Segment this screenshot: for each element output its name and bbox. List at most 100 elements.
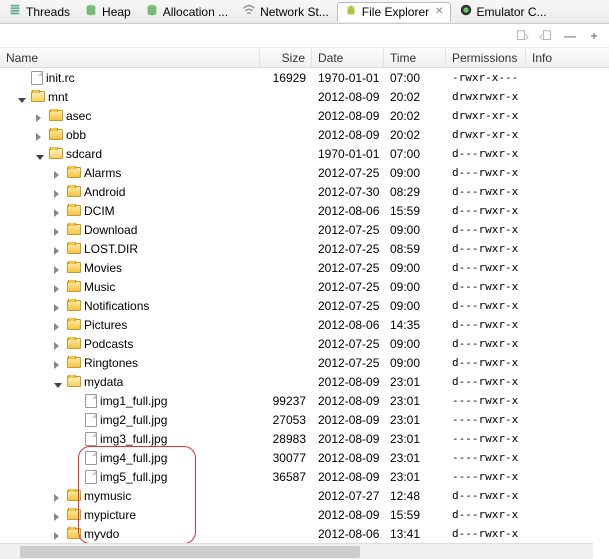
file-icon — [31, 71, 43, 85]
folder-icon — [67, 357, 81, 368]
expand-arrow-icon[interactable] — [54, 282, 64, 292]
expand-arrow-icon[interactable] — [54, 168, 64, 178]
folder-icon — [67, 281, 81, 292]
expand-arrow-icon[interactable] — [18, 92, 28, 102]
file-tree[interactable]: init.rc169291970-01-0107:00-rwxr-x---mnt… — [0, 68, 609, 548]
tree-row[interactable]: obb2012-08-0920:02drwxr-xr-x — [0, 125, 609, 144]
item-time: 23:01 — [384, 432, 446, 446]
tree-row[interactable]: img5_full.jpg365872012-08-0923:01----rwx… — [0, 467, 609, 486]
tree-row[interactable]: Ringtones2012-07-2509:00d---rwxr-x — [0, 353, 609, 372]
tab-network-st-[interactable]: Network St... — [236, 2, 335, 22]
tree-row[interactable]: img1_full.jpg992372012-08-0923:01----rwx… — [0, 391, 609, 410]
item-permissions: drwxr-xr-x — [446, 128, 526, 141]
tree-row[interactable]: img4_full.jpg300772012-08-0923:01----rwx… — [0, 448, 609, 467]
expand-arrow-icon[interactable] — [54, 377, 64, 387]
item-time: 07:00 — [384, 147, 446, 161]
expand-arrow-icon[interactable] — [54, 263, 64, 273]
header-permissions[interactable]: Permissions — [446, 48, 526, 67]
folder-icon — [67, 243, 81, 254]
expand-arrow-icon[interactable] — [54, 358, 64, 368]
tree-row[interactable]: img2_full.jpg270532012-08-0923:01----rwx… — [0, 410, 609, 429]
expand-arrow-icon[interactable] — [54, 244, 64, 254]
tree-row[interactable]: Android2012-07-3008:29d---rwxr-x — [0, 182, 609, 201]
tab-label: Allocation ... — [163, 5, 228, 19]
tab-heap[interactable]: Heap — [78, 2, 137, 22]
item-date: 2012-07-25 — [312, 356, 384, 370]
item-date: 2012-08-06 — [312, 204, 384, 218]
tree-row[interactable]: mypicture2012-08-0915:59d---rwxr-x — [0, 505, 609, 524]
item-permissions: drwxrwxr-x — [446, 90, 526, 103]
item-date: 2012-08-09 — [312, 375, 384, 389]
expand-arrow-icon[interactable] — [54, 206, 64, 216]
expand-arrow-icon[interactable] — [36, 149, 46, 159]
item-date: 2012-07-25 — [312, 261, 384, 275]
tab-emulator-c-[interactable]: Emulator C... — [453, 2, 553, 22]
expand-arrow-icon[interactable] — [36, 111, 46, 121]
threads-icon — [8, 3, 22, 20]
item-permissions: d---rwxr-x — [446, 223, 526, 236]
header-info[interactable]: Info — [526, 48, 609, 67]
item-permissions: -rwxr-x--- — [446, 71, 526, 84]
tree-row[interactable]: mydata2012-08-0923:01d---rwxr-x — [0, 372, 609, 391]
tree-row[interactable]: Download2012-07-2509:00d---rwxr-x — [0, 220, 609, 239]
item-name: img4_full.jpg — [100, 451, 167, 465]
tree-row[interactable]: img3_full.jpg289832012-08-0923:01----rwx… — [0, 429, 609, 448]
tab-file-explorer[interactable]: File Explorer✕ — [337, 2, 451, 22]
tree-row[interactable]: DCIM2012-08-0615:59d---rwxr-x — [0, 201, 609, 220]
tree-row[interactable]: sdcard1970-01-0107:00d---rwxr-x — [0, 144, 609, 163]
pull-file-button[interactable] — [513, 27, 531, 45]
expand-arrow-icon[interactable] — [54, 510, 64, 520]
tree-row[interactable]: Alarms2012-07-2509:00d---rwxr-x — [0, 163, 609, 182]
tab-allocation-[interactable]: Allocation ... — [139, 2, 234, 22]
tree-row[interactable]: Notifications2012-07-2509:00d---rwxr-x — [0, 296, 609, 315]
item-permissions: d---rwxr-x — [446, 508, 526, 521]
item-date: 1970-01-01 — [312, 71, 384, 85]
item-name: asec — [66, 109, 91, 123]
header-name[interactable]: Name — [0, 48, 260, 67]
header-date[interactable]: Date — [312, 48, 384, 67]
item-name: myvdo — [84, 527, 119, 541]
close-icon[interactable]: ✕ — [435, 6, 443, 17]
expand-arrow-icon[interactable] — [54, 320, 64, 330]
item-name: sdcard — [66, 147, 102, 161]
header-size[interactable]: Size — [260, 48, 312, 67]
item-permissions: d---rwxr-x — [446, 242, 526, 255]
expand-arrow-icon[interactable] — [36, 130, 46, 140]
column-header: Name Size Date Time Permissions Info — [0, 48, 609, 68]
delete-button[interactable]: — — [561, 27, 579, 45]
item-name: img2_full.jpg — [100, 413, 167, 427]
tree-row[interactable]: LOST.DIR2012-07-2508:59d---rwxr-x — [0, 239, 609, 258]
item-date: 2012-07-25 — [312, 280, 384, 294]
tree-row[interactable]: myvdo2012-08-0613:41d---rwxr-x — [0, 524, 609, 543]
tree-row[interactable]: Movies2012-07-2509:00d---rwxr-x — [0, 258, 609, 277]
item-name: img5_full.jpg — [100, 470, 167, 484]
expand-arrow-icon[interactable] — [54, 491, 64, 501]
tree-row[interactable]: Podcasts2012-07-2509:00d---rwxr-x — [0, 334, 609, 353]
item-name: Pictures — [84, 318, 127, 332]
tree-row[interactable]: Pictures2012-08-0614:35d---rwxr-x — [0, 315, 609, 334]
tab-threads[interactable]: Threads — [2, 2, 76, 22]
item-time: 20:02 — [384, 128, 446, 142]
expand-arrow-icon[interactable] — [54, 225, 64, 235]
tree-row[interactable]: asec2012-08-0920:02drwxr-xr-x — [0, 106, 609, 125]
tree-row[interactable]: Music2012-07-2509:00d---rwxr-x — [0, 277, 609, 296]
expand-arrow-icon[interactable] — [54, 187, 64, 197]
tree-row[interactable]: init.rc169291970-01-0107:00-rwxr-x--- — [0, 68, 609, 87]
folder-icon — [67, 319, 81, 330]
header-time[interactable]: Time — [384, 48, 446, 67]
android-icon — [344, 3, 358, 20]
item-date: 2012-07-25 — [312, 242, 384, 256]
tree-row[interactable]: mnt2012-08-0920:02drwxrwxr-x — [0, 87, 609, 106]
item-date: 2012-08-06 — [312, 318, 384, 332]
folder-icon — [67, 205, 81, 216]
db-icon — [84, 3, 98, 20]
folder-icon — [49, 148, 63, 159]
expand-arrow-icon[interactable] — [54, 529, 64, 539]
tree-row[interactable]: mymusic2012-07-2712:48d---rwxr-x — [0, 486, 609, 505]
expand-arrow-icon[interactable] — [54, 339, 64, 349]
horizontal-scrollbar[interactable] — [0, 543, 593, 559]
expand-arrow-icon[interactable] — [54, 301, 64, 311]
push-file-button[interactable] — [537, 27, 555, 45]
add-button[interactable]: + — [585, 27, 603, 45]
folder-icon — [67, 509, 81, 520]
